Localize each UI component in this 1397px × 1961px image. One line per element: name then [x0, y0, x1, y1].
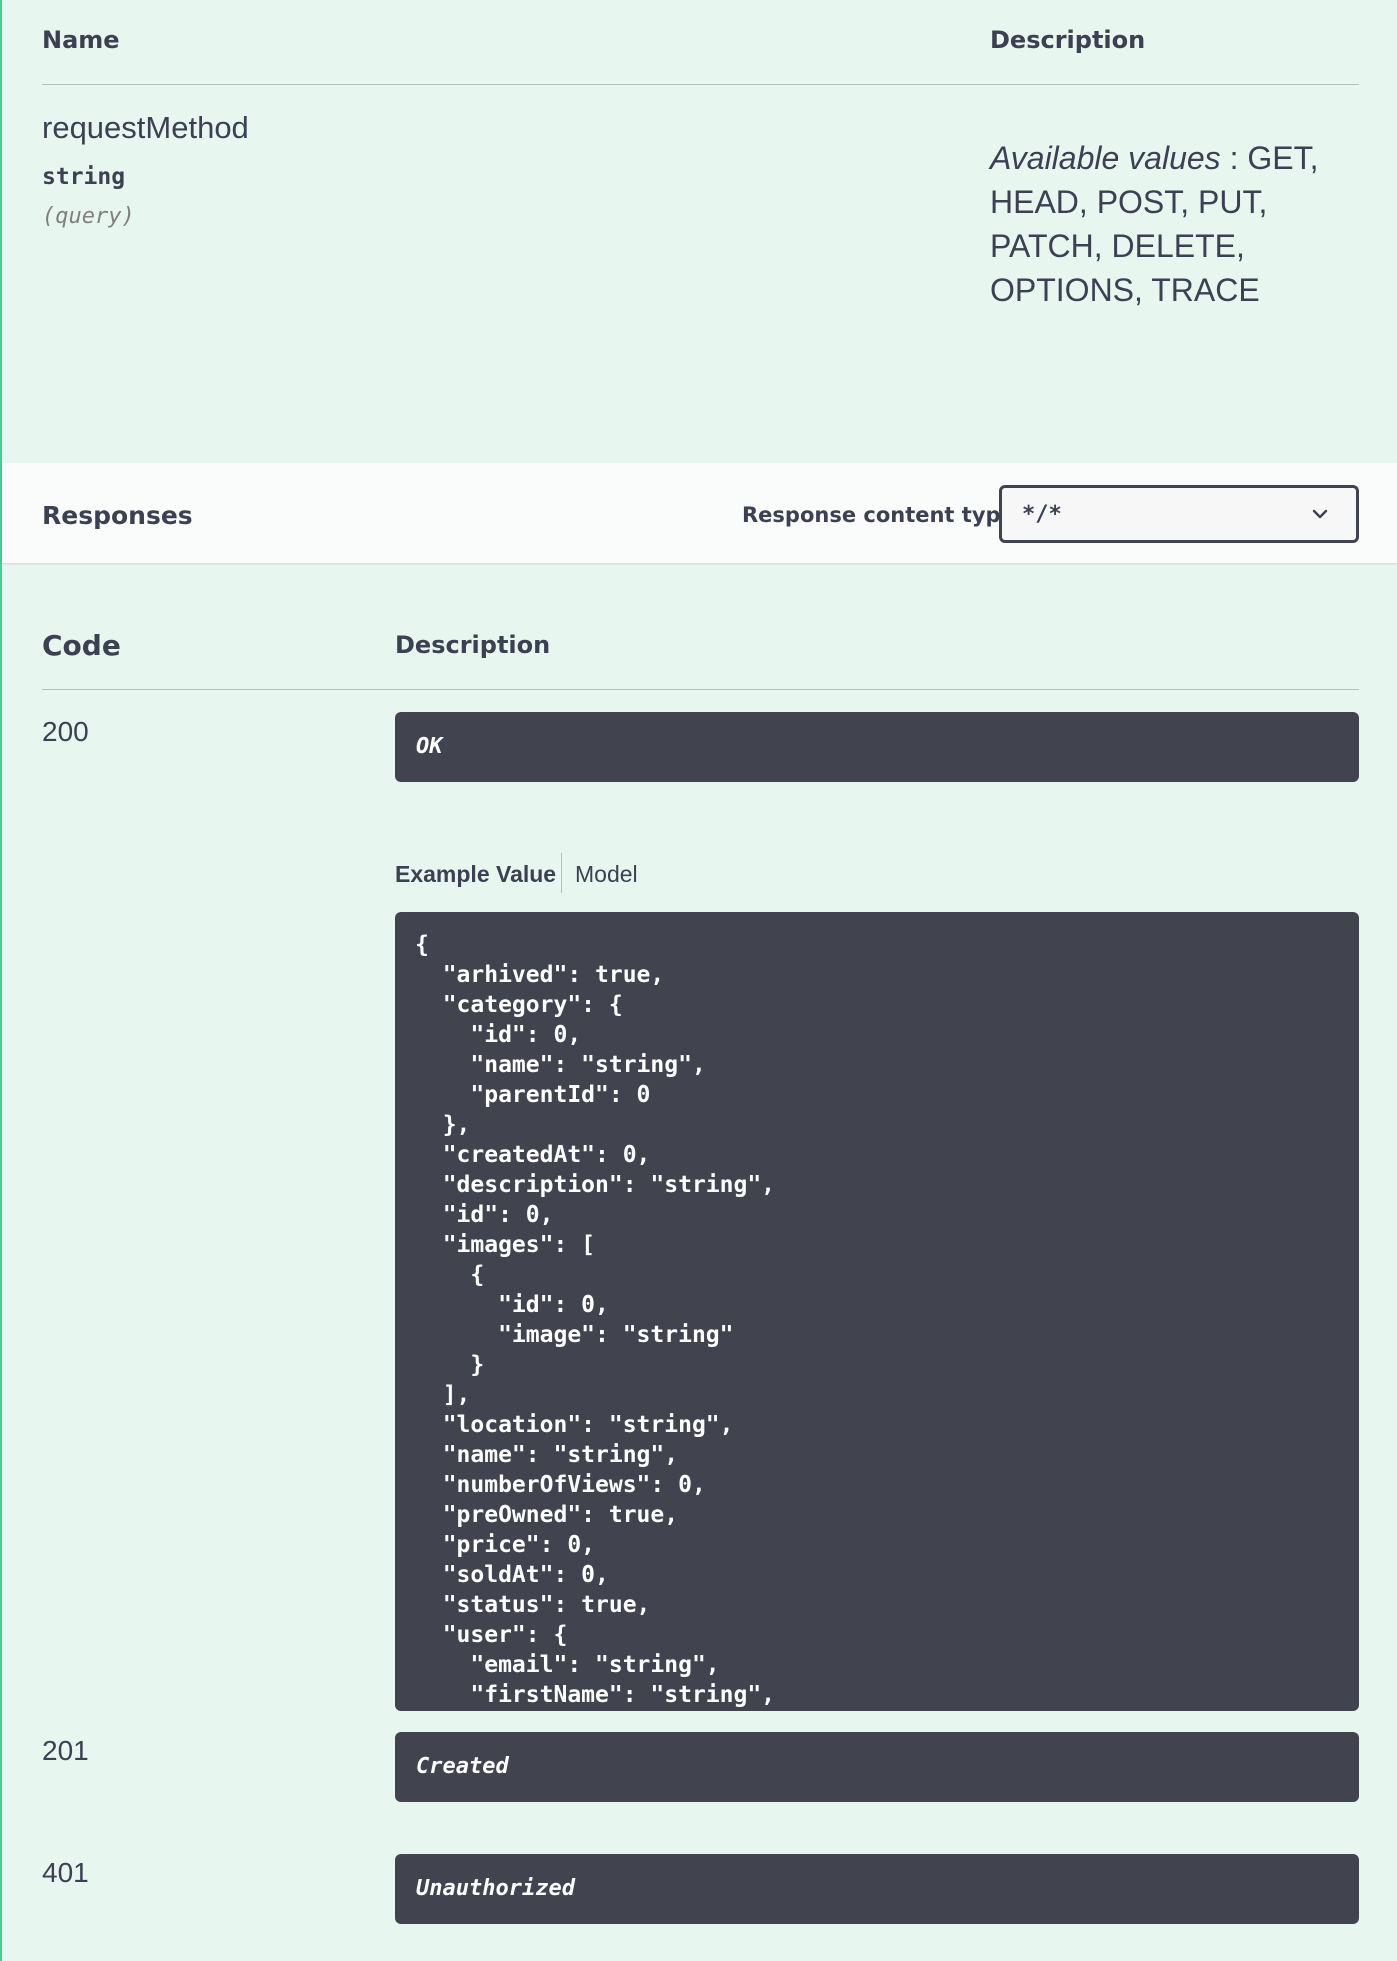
response-code-401: 401: [42, 1857, 89, 1888]
response-content-type-label: Response content type: [742, 503, 1015, 527]
response-code-201: 201: [42, 1735, 89, 1766]
column-header-description: Description: [990, 26, 1146, 54]
response-description-text: OK: [416, 734, 443, 759]
parameter-description: Available values : GET, HEAD, POST, PUT,…: [990, 136, 1330, 312]
available-values-label: Available values: [990, 140, 1221, 176]
response-description-200: OK: [395, 712, 1359, 782]
operation-panel: Name Description requestMethod string (q…: [0, 0, 1397, 1961]
tab-model[interactable]: Model: [575, 861, 638, 888]
parameter-location: (query): [42, 204, 135, 229]
column-header-description: Description: [395, 631, 551, 659]
column-header-code: Code: [42, 629, 121, 662]
response-content-type-value: */*: [1022, 502, 1062, 527]
responses-table-header: Code Description: [42, 563, 1359, 690]
example-value-code-block[interactable]: { "arhived": true, "category": { "id": 0…: [395, 912, 1359, 1711]
example-value-json: { "arhived": true, "category": { "id": 0…: [415, 932, 776, 1708]
chevron-down-icon: [1312, 509, 1328, 519]
response-description-201: Created: [395, 1732, 1359, 1802]
responses-header: Responses Response content type */*: [2, 463, 1397, 563]
parameters-table-header: Name Description: [42, 0, 1359, 85]
responses-title: Responses: [42, 501, 193, 530]
parameter-name: requestMethod: [42, 110, 249, 145]
response-description-401: Unauthorized: [395, 1854, 1359, 1924]
response-description-text: Created: [416, 1754, 509, 1779]
response-description-text: Unauthorized: [416, 1876, 575, 1901]
parameter-type: string: [42, 164, 126, 190]
tab-example-value[interactable]: Example Value: [395, 861, 556, 888]
tab-divider: [561, 853, 562, 893]
column-header-name: Name: [42, 26, 120, 54]
response-content-type-select[interactable]: */*: [999, 485, 1359, 543]
response-code-200: 200: [42, 716, 89, 747]
